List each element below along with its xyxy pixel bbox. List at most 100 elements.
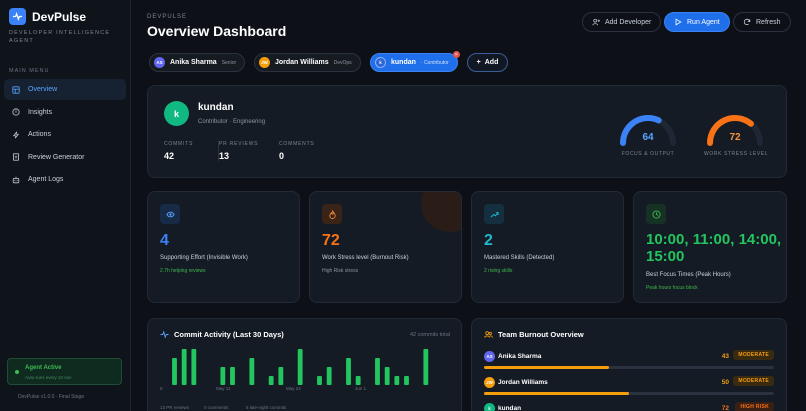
team-icon bbox=[484, 331, 493, 338]
avatar: JW bbox=[259, 57, 270, 68]
status-badge: HIGH RISK bbox=[735, 402, 774, 411]
commit-bar bbox=[249, 358, 255, 385]
status-badge: MODERATE bbox=[733, 376, 774, 386]
profile-name: kundan bbox=[198, 102, 234, 113]
metric-card-mastered-skills: 2 Mastered Skills (Detected) 2 rising sk… bbox=[471, 191, 624, 303]
metric-subtitle: 2.7h helping reviews bbox=[160, 268, 206, 274]
metric-title: Supporting Effort (Invisible Work) bbox=[160, 255, 248, 261]
burnout-row[interactable]: AS Anika Sharma 43 MODERATE bbox=[484, 350, 774, 377]
robot-icon bbox=[12, 176, 20, 183]
refresh-icon bbox=[743, 18, 751, 26]
card-glow bbox=[421, 192, 461, 232]
page-title: Overview Dashboard bbox=[147, 23, 287, 39]
commit-activity-panel: Commit Activity (Last 30 Days) 42 commit… bbox=[147, 318, 462, 411]
chip-name: Anika Sharma bbox=[170, 59, 217, 66]
footer-stat: 5 late-night commits bbox=[246, 405, 287, 410]
run-agent-button[interactable]: Run Agent bbox=[664, 12, 730, 32]
commit-bar bbox=[355, 376, 361, 385]
burnout-bar bbox=[484, 392, 774, 395]
metric-value: 72 bbox=[322, 232, 340, 249]
status-dot bbox=[15, 370, 19, 374]
developer-chip-kundan[interactable]: k kundan · Contributor × bbox=[370, 51, 460, 72]
sidebar-item-agent-logs[interactable]: Agent Logs bbox=[4, 169, 126, 190]
lightbulb-icon bbox=[12, 108, 20, 116]
sidebar-item-label: Agent Logs bbox=[28, 176, 64, 183]
add-developer-button[interactable]: Add Developer bbox=[582, 12, 662, 32]
avatar: AS bbox=[154, 57, 165, 68]
sidebar-item-label: Review Generator bbox=[28, 153, 85, 161]
burnout-row[interactable]: k kundan 72 HIGH RISK bbox=[484, 402, 774, 411]
panel-title-text: Team Burnout Overview bbox=[498, 330, 584, 339]
sidebar: DevPulse DEVELOPER INTELLIGENCE AGENT MA… bbox=[0, 0, 131, 411]
developer-chip-anika[interactable]: AS Anika Sharma Senior bbox=[149, 53, 246, 72]
burnout-row[interactable]: JW Jordan Williams 50 MODERATE bbox=[484, 376, 774, 403]
refresh-label: Refresh bbox=[756, 18, 781, 26]
avatar: k bbox=[484, 403, 495, 411]
stat-commits: COMMITS 42 bbox=[164, 141, 193, 161]
commit-bar bbox=[423, 349, 429, 385]
commit-bar bbox=[326, 367, 332, 385]
commit-bar bbox=[317, 376, 322, 385]
developer-chip-jordan[interactable]: JW Jordan Williams DevOps bbox=[254, 53, 361, 72]
commit-bar bbox=[268, 376, 274, 385]
sidebar-nav: Overview Insights Actions Review Generat… bbox=[4, 79, 126, 192]
metric-value: 4 bbox=[160, 232, 169, 249]
panel-title: Commit Activity (Last 30 Days) bbox=[160, 330, 284, 339]
flame-icon bbox=[322, 204, 342, 224]
lightning-icon bbox=[12, 131, 20, 138]
x-tick: May 11 bbox=[216, 386, 231, 391]
remove-developer-button[interactable]: × bbox=[452, 51, 460, 58]
agent-status: Agent Active Auto-runs every 10 min bbox=[7, 358, 122, 385]
sidebar-item-insights[interactable]: Insights bbox=[4, 102, 126, 123]
commit-bar bbox=[230, 367, 235, 385]
sidebar-item-label: Actions bbox=[28, 131, 51, 138]
add-chip-button[interactable]: + Add bbox=[467, 53, 508, 72]
x-tick: 0 bbox=[160, 386, 163, 391]
add-user-icon bbox=[592, 18, 600, 26]
sidebar-item-overview[interactable]: Overview bbox=[4, 79, 126, 100]
eye-icon bbox=[160, 204, 180, 224]
avatar: k bbox=[375, 57, 386, 68]
stress-gauge: 72 WORK STRESS LEVEL bbox=[704, 110, 769, 157]
sidebar-item-actions[interactable]: Actions bbox=[4, 124, 126, 145]
profile-subtitle: Contributor · Engineering bbox=[198, 119, 266, 125]
status-badge: MODERATE bbox=[733, 350, 774, 360]
sidebar-item-label: Overview bbox=[28, 86, 58, 93]
add-developer-label: Add Developer bbox=[605, 18, 652, 26]
burnout-bar-fill bbox=[484, 392, 629, 395]
focus-gauge: 64 FOCUS & OUTPUT bbox=[617, 110, 679, 157]
burnout-score: 72 bbox=[721, 405, 729, 411]
commit-bar bbox=[394, 376, 400, 385]
avatar: k bbox=[164, 101, 189, 126]
chip-role: Senior bbox=[221, 59, 237, 66]
commit-bar bbox=[172, 358, 177, 385]
x-tick: Jun 1 bbox=[355, 386, 367, 391]
commit-bar bbox=[404, 376, 409, 385]
stat-pr-reviews: PR REVIEWS 13 bbox=[218, 141, 258, 161]
burnout-name: Jordan Williams bbox=[498, 379, 548, 386]
panel-title: Team Burnout Overview bbox=[484, 330, 584, 339]
metric-card-work-stress: 72 Work Stress level (Burnout Risk) High… bbox=[309, 191, 462, 303]
commit-chart bbox=[172, 349, 429, 385]
play-icon bbox=[675, 18, 682, 26]
burnout-bar-fill bbox=[484, 366, 609, 369]
commit-bar bbox=[346, 358, 351, 385]
brand-subtitle: DEVELOPER INTELLIGENCE AGENT bbox=[9, 30, 111, 44]
clock-icon bbox=[646, 204, 666, 224]
stat-value: 42 bbox=[164, 151, 175, 161]
version-label: DevPulse v1.0.0 · Final Stage bbox=[18, 394, 85, 400]
metric-value: 10:00, 11:00, 14:00, 15:00 bbox=[646, 231, 782, 265]
refresh-button[interactable]: Refresh bbox=[733, 12, 791, 32]
sidebar-item-review-generator[interactable]: Review Generator bbox=[4, 147, 126, 168]
gauge-label: WORK STRESS LEVEL bbox=[704, 151, 769, 157]
chip-role: · Contributor bbox=[420, 59, 449, 66]
page-eyebrow: DEVPULSE bbox=[147, 14, 188, 20]
grid-icon bbox=[12, 85, 20, 94]
burnout-score: 43 bbox=[721, 353, 729, 360]
chip-name: kundan bbox=[391, 59, 416, 66]
avatar: AS bbox=[484, 351, 495, 362]
brand[interactable]: DevPulse bbox=[9, 8, 86, 25]
stat-label: PR REVIEWS bbox=[219, 141, 259, 147]
avatar: JW bbox=[484, 377, 495, 388]
metric-card-focus-times: 10:00, 11:00, 14:00, 15:00 Best Focus Ti… bbox=[633, 191, 787, 303]
